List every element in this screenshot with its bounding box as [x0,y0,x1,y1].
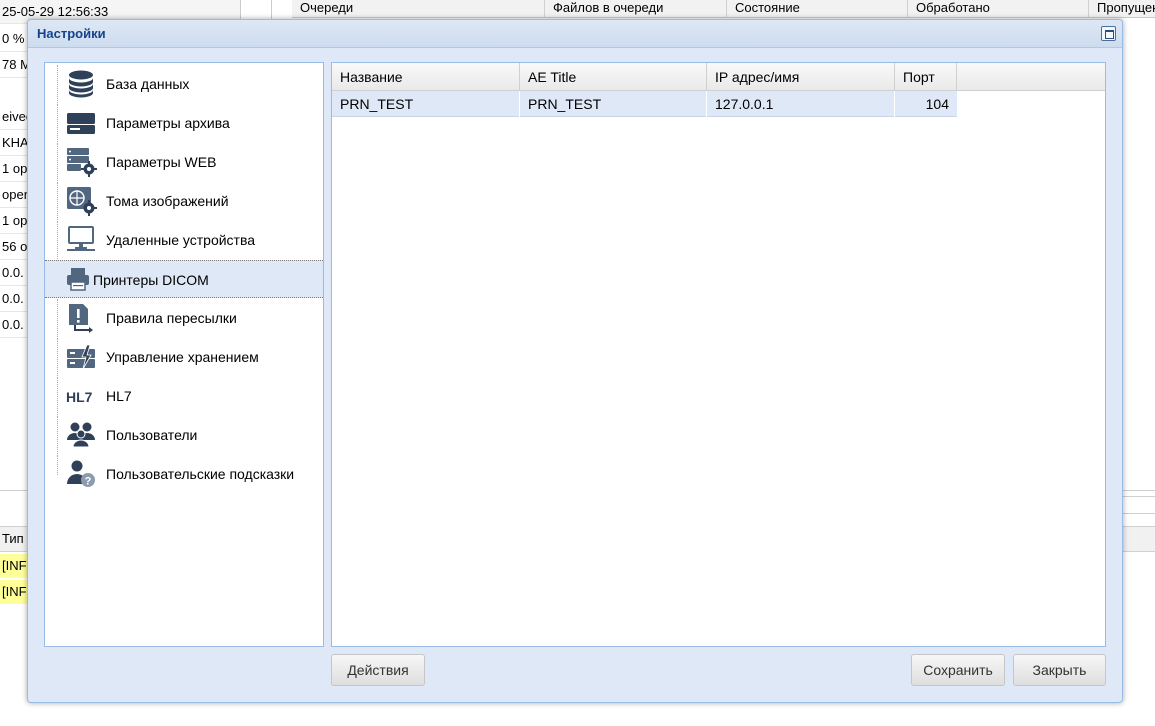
bg-separator [271,0,272,20]
maximize-icon[interactable] [1101,26,1116,41]
dialog-header[interactable]: Настройки [28,20,1122,48]
tree-item-archive-params[interactable]: Параметры архива [45,104,323,142]
column-header-name[interactable]: Название [332,63,520,91]
bg-column-header[interactable]: Пропущено [1089,0,1155,18]
tree-item-label: Параметры WEB [106,154,217,170]
tree-item-label: Тома изображений [106,193,229,209]
svg-text:HL7: HL7 [66,389,93,405]
tree-item-label: База данных [106,76,190,92]
web-server-gear-icon [67,148,97,177]
tree-item-label: Правила пересылки [106,310,237,326]
cell-port: 104 [925,96,949,112]
tree-guide-line [57,143,58,181]
tree-item-label: Удаленные устройства [106,232,256,248]
tree-item-hl7[interactable]: HL7 HL7 [45,377,323,415]
bg-divider [1120,496,1155,497]
printers-grid: Название AE Title IP адрес/имя Порт PRN_… [331,62,1106,647]
column-header-port[interactable]: Порт [895,63,957,91]
tree-item-label: Пользователи [106,427,198,443]
tree-guide-line [57,377,58,415]
hl7-icon: HL7 [66,389,93,405]
tree-item-forwarding-rules[interactable]: Правила пересылки [45,299,323,337]
storage-power-icon [67,344,95,370]
tree-item-label: HL7 [106,388,132,404]
tree-guide-line [57,338,58,376]
tree-item-label: Параметры архива [106,115,230,131]
cell-ip: 127.0.0.1 [707,91,895,117]
database-icon [69,70,93,98]
svg-text:?: ? [85,476,92,488]
bg-log-row[interactable]: [INF [0,580,30,604]
grid-header: Название AE Title IP адрес/имя Порт [332,63,1105,91]
monitor-network-icon [67,226,95,251]
server-icon [67,113,95,134]
tree-item-label: Управление хранением [106,349,259,365]
actions-button[interactable]: Действия [331,654,425,686]
volume-gear-icon [67,187,97,216]
bg-column-header[interactable]: Обработано [908,0,1089,18]
settings-tree: База данных Параметры архива Параметры W… [44,62,324,647]
column-header-ip[interactable]: IP адрес/имя [707,63,895,91]
tree-item-remote-devices[interactable]: Удаленные устройства [45,221,323,259]
table-row[interactable]: PRN_TEST PRN_TEST 127.0.0.1 104 [332,91,957,117]
forward-rule-icon [69,304,93,333]
user-help-icon: ? [67,460,95,488]
tree-item-web-params[interactable]: Параметры WEB [45,143,323,181]
tree-item-user-hints[interactable]: ? Пользовательские подсказки [45,455,323,494]
settings-dialog: Настройки База данных Параметры архива П… [27,19,1123,703]
tree-guide-line [57,416,58,454]
tree-guide-line [57,65,58,103]
close-button[interactable]: Закрыть [1013,654,1106,686]
tree-item-image-volumes[interactable]: Тома изображений [45,182,323,220]
dialog-title: Настройки [37,26,106,41]
tree-guide-line [57,299,58,337]
bg-separator [240,0,241,20]
bg-log-type-header[interactable]: Тип [2,531,24,546]
tree-guide-line [57,455,58,475]
bg-column-header[interactable]: Очереди [292,0,545,18]
save-button[interactable]: Сохранить [911,654,1005,686]
tree-item-storage-management[interactable]: Управление хранением [45,338,323,376]
tree-item-users[interactable]: Пользователи [45,416,323,454]
bg-divider [1120,513,1155,514]
printer-icon [67,268,89,291]
tree-guide-line [57,221,58,259]
bg-column-header[interactable]: Файлов в очереди [545,0,727,18]
bg-log-row[interactable]: [INF [0,554,30,578]
background-queue-header: Очереди Файлов в очереди Состояние Обраб… [292,0,1155,18]
tree-guide-line [57,104,58,142]
bg-column-header[interactable]: Состояние [727,0,908,18]
tree-item-database[interactable]: База данных [45,65,323,103]
column-header-ae-title[interactable]: AE Title [520,63,707,91]
tree-item-label: Принтеры DICOM [93,272,209,288]
tree-item-dicom-printers[interactable]: Принтеры DICOM [45,260,323,298]
cell-name: PRN_TEST [332,91,520,117]
users-icon [67,422,95,448]
tree-item-label: Пользовательские подсказки [106,466,295,482]
cell-ae-title: PRN_TEST [520,91,707,117]
tree-guide-line [57,182,58,220]
